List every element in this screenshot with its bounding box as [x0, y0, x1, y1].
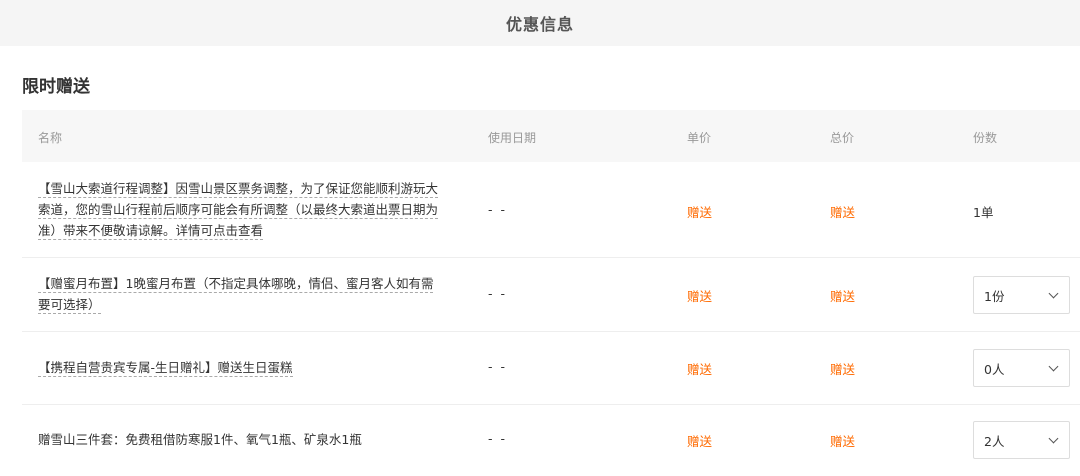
gift-table: 名称 使用日期 单价 总价 份数 【雪山大索道行程调整】因雪山景区票务调整，为了…: [22, 110, 1080, 476]
item-name-link[interactable]: 【赠蜜月布置】1晚蜜月布置（不指定具体哪晚，情侣、蜜月客人如有需 要可选择）: [38, 273, 478, 315]
item-name-line: 索道，您的雪山行程前后顺序可能会有所调整（以最终大索道出票日期为: [38, 202, 439, 219]
unit-price: 赠送: [687, 289, 713, 304]
item-name-link[interactable]: 【携程自营贵宾专属-生日赠礼】赠送生日蛋糕: [38, 357, 478, 378]
use-date: - -: [488, 359, 507, 374]
use-date: - -: [488, 431, 507, 446]
total-price: 赠送: [830, 434, 856, 449]
item-name: 赠雪山三件套：免费租借防寒服1件、氧气1瓶、矿泉水1瓶: [38, 429, 478, 450]
quantity-value: 1单: [973, 205, 994, 220]
column-header-quantity: 份数: [973, 131, 998, 145]
total-price: 赠送: [830, 289, 856, 304]
chevron-down-icon: [1048, 433, 1059, 443]
table-row: 赠雪山三件套：免费租借防寒服1件、氧气1瓶、矿泉水1瓶 - - 赠送 赠送 2人: [22, 405, 1080, 476]
page-title: 优惠信息: [505, 15, 574, 34]
page-header: 优惠信息: [0, 0, 1080, 46]
item-name-line: 【雪山大索道行程调整】因雪山景区票务调整，为了保证您能顺利游玩大: [38, 181, 439, 198]
table-row: 【雪山大索道行程调整】因雪山景区票务调整，为了保证您能顺利游玩大 索道，您的雪山…: [22, 162, 1080, 258]
quantity-select-value: 2人: [984, 433, 1005, 449]
item-name-line: 【赠蜜月布置】1晚蜜月布置（不指定具体哪晚，情侣、蜜月客人如有需: [38, 276, 434, 293]
unit-price: 赠送: [687, 362, 713, 377]
item-name-link[interactable]: 【雪山大索道行程调整】因雪山景区票务调整，为了保证您能顺利游玩大 索道，您的雪山…: [38, 178, 478, 241]
unit-price: 赠送: [687, 205, 713, 220]
total-price: 赠送: [830, 362, 856, 377]
quantity-select-value: 0人: [984, 361, 1005, 377]
use-date: - -: [488, 202, 507, 217]
column-header-name: 名称: [38, 131, 63, 145]
chevron-down-icon: [1048, 361, 1059, 371]
total-price: 赠送: [830, 205, 856, 220]
quantity-select[interactable]: 0人: [973, 349, 1070, 387]
item-name-line: 赠雪山三件套：免费租借防寒服1件、氧气1瓶、矿泉水1瓶: [38, 432, 362, 447]
table-row: 【赠蜜月布置】1晚蜜月布置（不指定具体哪晚，情侣、蜜月客人如有需 要可选择） -…: [22, 258, 1080, 332]
column-header-date: 使用日期: [488, 131, 537, 145]
section-title: 限时赠送: [22, 77, 90, 97]
unit-price: 赠送: [687, 434, 713, 449]
chevron-down-icon: [1048, 288, 1059, 298]
quantity-select-value: 1份: [984, 288, 1005, 304]
quantity-select[interactable]: 2人: [973, 421, 1070, 459]
column-header-unit-price: 单价: [687, 131, 712, 145]
item-name-line: 准）带来不便敬请谅解。详情可点击查看: [38, 223, 264, 240]
use-date: - -: [488, 286, 507, 301]
quantity-select[interactable]: 1份: [973, 276, 1070, 314]
table-header: 名称 使用日期 单价 总价 份数: [22, 110, 1080, 162]
table-row: 【携程自营贵宾专属-生日赠礼】赠送生日蛋糕 - - 赠送 赠送 0人: [22, 332, 1080, 405]
column-header-total-price: 总价: [830, 131, 855, 145]
item-name-line: 要可选择）: [38, 297, 101, 314]
item-name-line: 【携程自营贵宾专属-生日赠礼】赠送生日蛋糕: [38, 360, 293, 377]
